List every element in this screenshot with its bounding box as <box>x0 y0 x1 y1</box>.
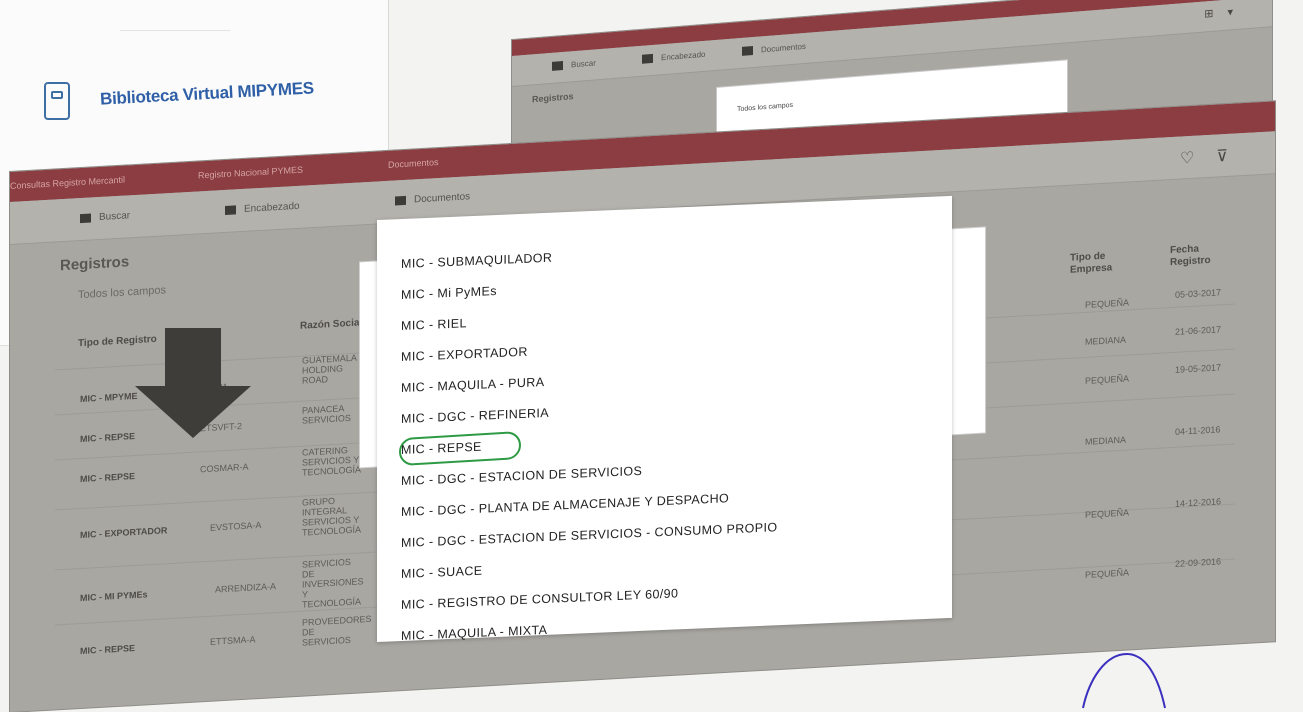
dropdown-option[interactable]: MIC - SUACE <box>401 564 483 581</box>
arrow-down-icon <box>135 328 251 438</box>
cell-tipo: MIC - REPSE <box>80 431 136 445</box>
cell-tipo: MIC - MPYME <box>80 390 138 405</box>
folder-icon <box>225 205 236 215</box>
cell-empresa: MEDIANA <box>1085 334 1127 347</box>
column-header-empresa[interactable]: Tipo de Empresa <box>1070 249 1140 277</box>
cell-empresa: PEQUEÑA <box>1085 373 1130 386</box>
cell-fecha: 05-03-2017 <box>1175 287 1222 300</box>
cell-id: COSMAR-A <box>200 461 249 475</box>
divider <box>120 30 230 31</box>
search-icon <box>552 61 563 72</box>
cell-id: EVSTOSA-A <box>210 519 262 533</box>
cell-razon: SERVICIOS DE INVERSIONES Y TECNOLOGÍA <box>302 556 364 610</box>
cell-tipo: MIC - REPSE <box>80 471 136 485</box>
cell-id: ETTSMA-A <box>210 634 256 647</box>
nav-link[interactable]: Registro Nacional PYMES <box>198 165 303 181</box>
folder-icon <box>642 54 653 65</box>
cell-fecha: 19-05-2017 <box>1175 362 1222 375</box>
pen-mark <box>1082 652 1166 709</box>
cell-razon: GUATEMALA HOLDING ROAD <box>302 352 357 386</box>
download-icon <box>742 46 753 57</box>
dropdown-option[interactable]: MIC - EXPORTADOR <box>401 345 528 364</box>
back-section-title: Registros <box>532 91 574 105</box>
column-header-fecha[interactable]: Fecha Registro <box>1170 241 1240 269</box>
column-header-razon[interactable]: Razón Social <box>300 317 362 332</box>
cell-tipo: MIC - REPSE <box>80 643 136 657</box>
dropdown-option[interactable]: MIC - MAQUILA - PURA <box>401 375 544 395</box>
toolbar-search-button[interactable]: Buscar <box>80 210 130 224</box>
cell-fecha: 22-09-2016 <box>1175 556 1222 569</box>
download-icon <box>395 195 406 206</box>
dropdown-option[interactable]: MIC - DGC - REFINERIA <box>401 406 549 426</box>
cell-fecha: 21-06-2017 <box>1175 324 1222 337</box>
back-toolbar-icons[interactable]: ⊞▾ <box>1204 4 1247 20</box>
cell-id: ARRENDIZA-A <box>215 581 277 595</box>
section-title: Registros <box>60 253 130 275</box>
dropdown-option[interactable]: MIC - REGISTRO DE CONSULTOR LEY 60/90 <box>401 586 678 612</box>
library-title[interactable]: Biblioteca Virtual MIPYMES <box>100 78 315 109</box>
cell-razon: PROVEEDORES DE SERVICIOS <box>302 613 372 648</box>
book-icon <box>44 82 70 120</box>
dropdown-option[interactable]: MIC - RIEL <box>401 316 467 333</box>
dropdown-option[interactable]: MIC - DGC - ESTACION DE SERVICIOS - CONS… <box>401 520 778 550</box>
cell-fecha: 04-11-2016 <box>1175 424 1221 437</box>
cell-tipo: MIC - EXPORTADOR <box>80 525 168 541</box>
toolbar-header-button[interactable]: Encabezado <box>225 201 300 216</box>
cell-tipo: MIC - MI PYMEs <box>80 589 148 604</box>
search-filter[interactable]: Todos los campos <box>78 284 166 301</box>
toolbar-right-icons[interactable]: ♡⊽ <box>1180 145 1250 169</box>
cell-fecha: 14-12-2016 <box>1175 496 1222 509</box>
cell-empresa: PEQUEÑA <box>1085 297 1130 310</box>
nav-link[interactable]: Consultas Registro Mercantil <box>10 175 125 191</box>
toolbar-documents-button[interactable]: Documentos <box>395 191 470 206</box>
cell-razon: CATERING SERVICIOS Y TECNOLOGÍA <box>302 445 362 478</box>
back-toolbar-search[interactable]: Buscar <box>552 58 596 72</box>
cell-empresa: PEQUEÑA <box>1085 507 1130 520</box>
dropdown-option[interactable]: MIC - DGC - PLANTA DE ALMACENAJE Y DESPA… <box>401 491 729 519</box>
cell-empresa: PEQUEÑA <box>1085 567 1130 580</box>
cell-razon: PANACEA SERVICIOS <box>302 403 351 426</box>
tipo-registro-dropdown[interactable]: MIC - SUBMAQUILADOR MIC - Mi PyMEs MIC -… <box>377 195 952 643</box>
back-toolbar-header[interactable]: Encabezado <box>642 50 705 65</box>
dropdown-option[interactable]: MIC - SUBMAQUILADOR <box>401 251 552 271</box>
back-toolbar-docs[interactable]: Documentos <box>742 42 806 57</box>
search-icon <box>80 213 91 223</box>
cell-razon: GRUPO INTEGRAL SERVICIOS Y TECNOLOGÍA <box>302 495 362 538</box>
dropdown-option[interactable]: MIC - Mi PyMEs <box>401 284 497 302</box>
dropdown-option[interactable]: MIC - DGC - ESTACION DE SERVICIOS <box>401 464 642 488</box>
cell-empresa: MEDIANA <box>1085 434 1127 447</box>
back-popup-option[interactable]: Todos los campos <box>737 102 793 113</box>
nav-link[interactable]: Documentos <box>388 157 439 170</box>
